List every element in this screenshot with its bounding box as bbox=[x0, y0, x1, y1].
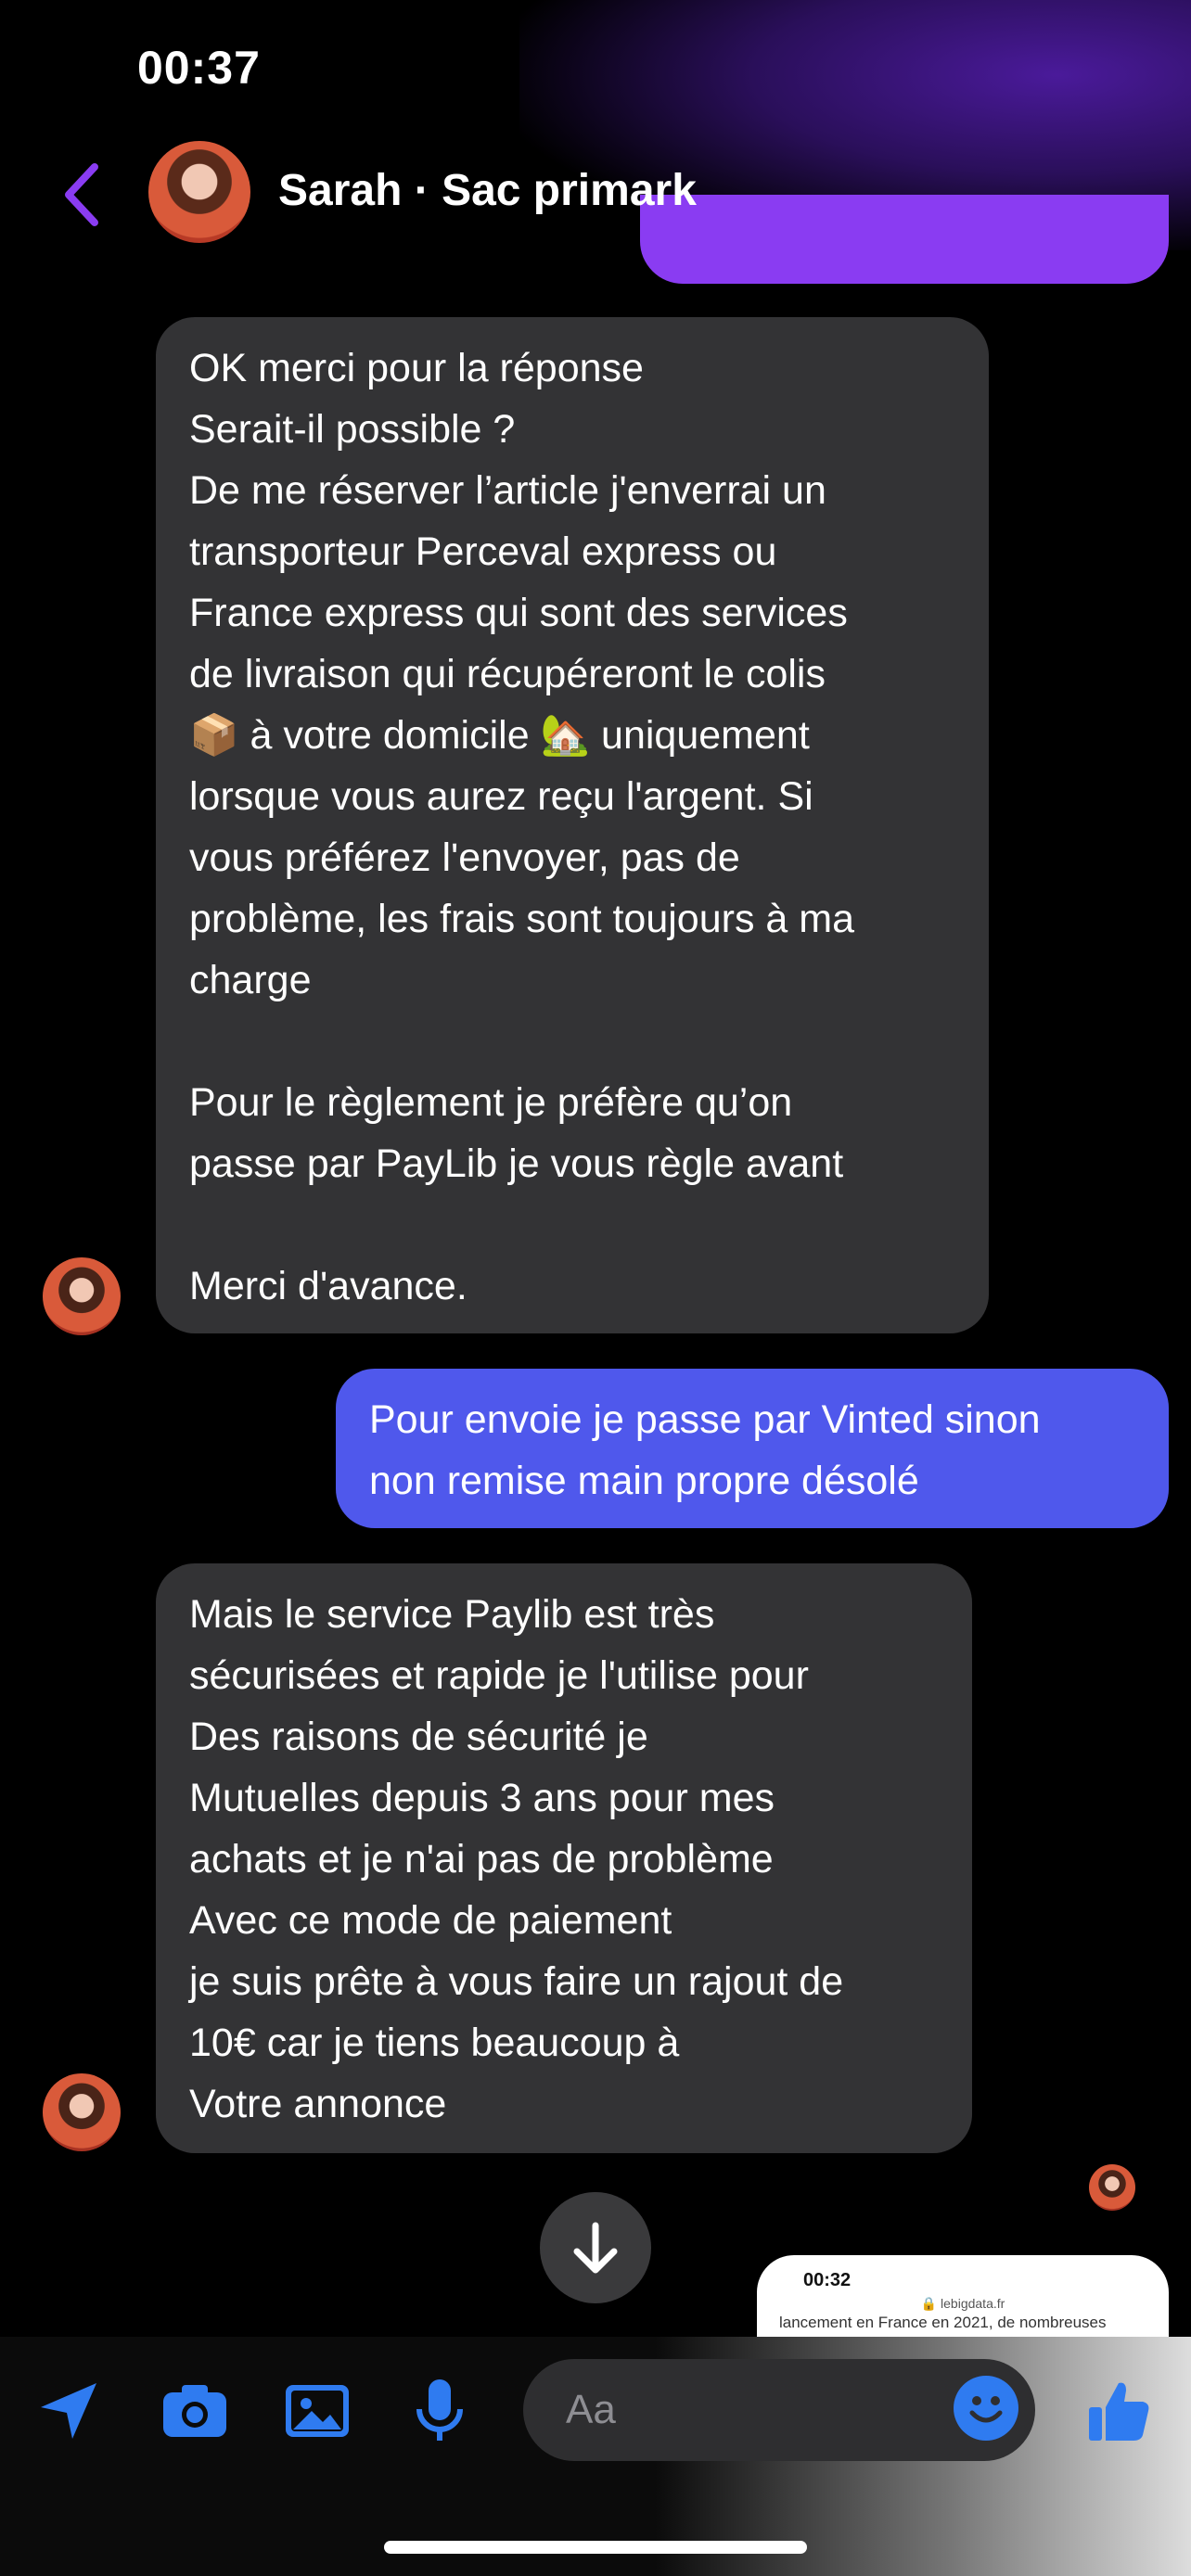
thumbnail-url: 🔒 lebigdata.fr bbox=[920, 2296, 1005, 2311]
incoming-message[interactable]: OK merci pour la réponse Serait-il possi… bbox=[156, 317, 989, 1333]
emoji-icon[interactable] bbox=[954, 2376, 1018, 2441]
sender-avatar[interactable] bbox=[43, 2073, 121, 2151]
location-arrow-icon[interactable] bbox=[32, 2374, 106, 2448]
thumbs-up-icon[interactable] bbox=[1082, 2374, 1156, 2448]
scroll-to-bottom-button[interactable] bbox=[540, 2192, 651, 2303]
message-composer: Aa bbox=[0, 2355, 1191, 2467]
microphone-icon[interactable] bbox=[403, 2374, 477, 2448]
contact-avatar[interactable] bbox=[148, 141, 250, 243]
outgoing-message[interactable]: Pour envoie je passe par Vinted sinon no… bbox=[336, 1369, 1169, 1528]
read-receipt-avatar bbox=[1089, 2164, 1135, 2211]
back-chevron-icon[interactable] bbox=[56, 158, 111, 232]
message-input-placeholder: Aa bbox=[566, 2387, 616, 2432]
home-indicator[interactable] bbox=[384, 2541, 807, 2554]
arrow-down-icon bbox=[573, 2222, 618, 2274]
status-time: 00:37 bbox=[137, 42, 261, 94]
message-text: Mais le service Paylib est très sécurisé… bbox=[189, 1592, 844, 2126]
chat-header: Sarah · Sac primark bbox=[0, 139, 1191, 250]
message-text: OK merci pour la réponse Serait-il possi… bbox=[189, 346, 854, 1308]
incoming-message[interactable]: Mais le service Paylib est très sécurisé… bbox=[156, 1563, 972, 2153]
photo-gallery-icon[interactable] bbox=[280, 2374, 354, 2448]
sender-avatar[interactable] bbox=[43, 1257, 121, 1335]
conversation-title[interactable]: Sarah · Sac primark bbox=[278, 165, 697, 216]
thumbnail-time: 00:32 bbox=[803, 2270, 852, 2290]
image-attachment-preview[interactable]: 00:32 🔒 lebigdata.fr lancement en France… bbox=[757, 2255, 1169, 2348]
camera-icon[interactable] bbox=[158, 2374, 232, 2448]
message-text: Pour envoie je passe par Vinted sinon no… bbox=[369, 1397, 1041, 1503]
